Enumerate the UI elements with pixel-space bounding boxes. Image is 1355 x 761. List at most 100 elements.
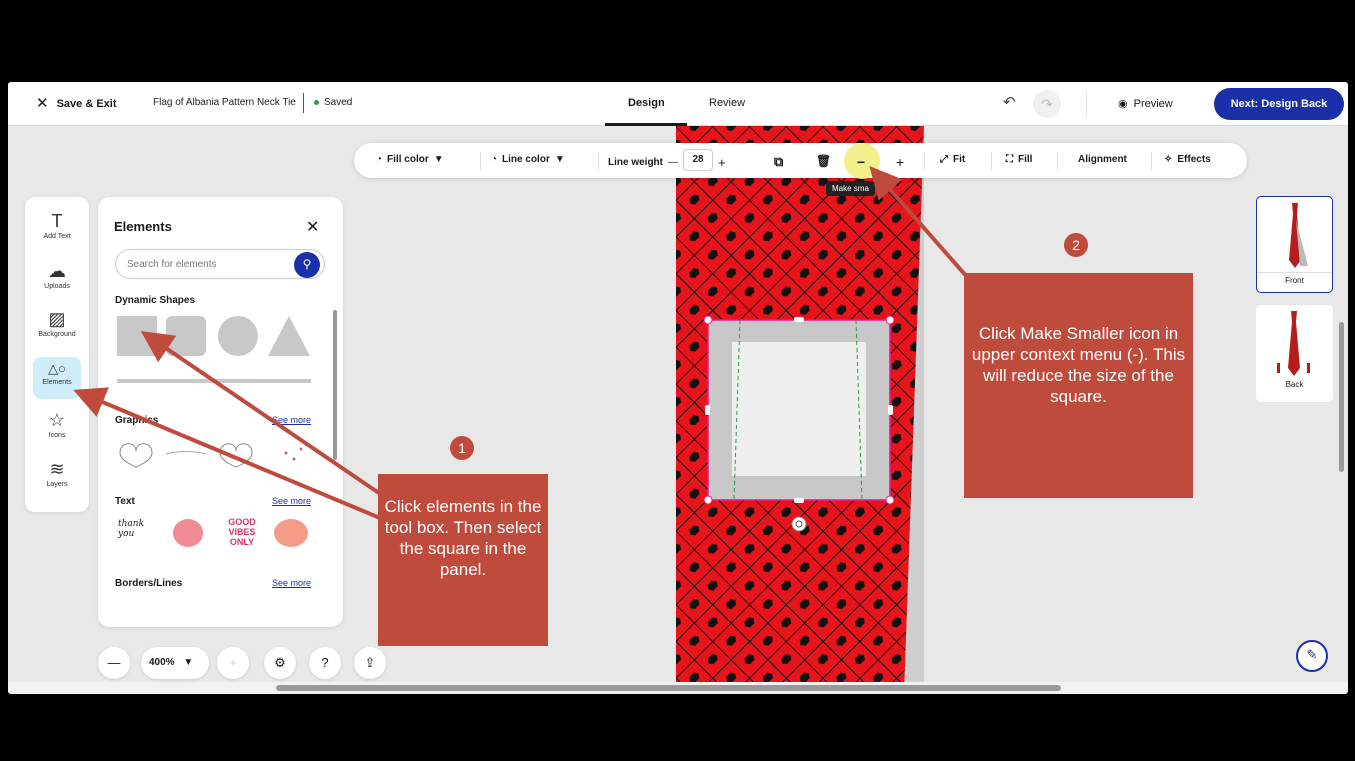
settings-icon[interactable]: ⚙ <box>264 647 296 679</box>
fill-label: Fill <box>1018 154 1033 165</box>
panel-title: Elements <box>114 219 172 234</box>
fill-color-label: Fill color <box>387 154 429 165</box>
horizontal-scrollbar[interactable] <box>276 685 1061 691</box>
step-number-1: 1 <box>450 436 474 460</box>
line-weight-input[interactable]: 28 <box>683 149 713 171</box>
rail-background[interactable]: ▨ Background <box>25 309 89 338</box>
hearts-graphic[interactable] <box>219 443 253 468</box>
undo-icon[interactable]: ↶ <box>1003 93 1016 111</box>
selected-square[interactable] <box>703 315 895 532</box>
zoom-out-button[interactable]: — <box>98 647 130 679</box>
thumbnail-label: Back <box>1285 380 1304 389</box>
redo-icon[interactable]: ↷ <box>1033 90 1061 118</box>
thumbnail-front[interactable]: Front <box>1256 196 1333 293</box>
divider <box>924 152 925 170</box>
divider <box>480 152 481 170</box>
tab-review[interactable]: Review <box>709 97 745 109</box>
rounded-square-shape[interactable] <box>166 316 206 356</box>
save-exit-button[interactable]: ✕ Save & Exit <box>36 96 117 111</box>
make-smaller-icon[interactable]: − <box>857 154 865 170</box>
rail-uploads[interactable]: ☁ Uploads <box>25 261 89 290</box>
section-graphics: Graphics <box>115 415 159 426</box>
section-dynamic-shapes: Dynamic Shapes <box>115 295 196 306</box>
caret-down-icon: ▼ <box>183 657 194 668</box>
rail-label: Background <box>38 331 76 338</box>
thumbnail-back[interactable]: Back <box>1256 305 1333 402</box>
fit-button[interactable]: ⤢ Fit <box>940 154 965 165</box>
divider <box>1086 92 1087 116</box>
see-more-text[interactable]: See more <box>272 496 311 506</box>
share-icon[interactable]: ⇪ <box>354 647 386 679</box>
line-color-label: Line color <box>502 154 550 165</box>
graphics-list <box>119 443 303 468</box>
save-status-label: Saved <box>324 97 353 108</box>
minus-icon[interactable]: — <box>668 157 678 168</box>
active-tab-indicator <box>605 123 687 126</box>
see-more-graphics[interactable]: See more <box>272 415 311 425</box>
caret-down-icon: ▼ <box>433 154 444 165</box>
rail-add-text[interactable]: T Add Text <box>25 211 89 240</box>
vertical-scrollbar[interactable] <box>1339 322 1344 472</box>
search-icon[interactable]: ⚲ <box>294 252 320 278</box>
duplicate-icon[interactable]: ⧉ <box>774 154 783 170</box>
document-title[interactable]: Flag of Albania Pattern Neck Tie <box>153 97 296 108</box>
thumbnail-label: Front <box>1257 272 1332 285</box>
fill-frame-icon: ⛶ <box>1006 154 1013 165</box>
rail-label: Elements <box>42 379 72 386</box>
fill-button[interactable]: ⛶ Fill <box>1006 154 1032 165</box>
divider <box>991 152 992 170</box>
preview-button[interactable]: ◉ Preview <box>1118 97 1173 111</box>
chat-assistant-icon[interactable]: ✎ <box>1296 640 1328 672</box>
sticker-good-vibes[interactable]: GOOD VIBES ONLY <box>222 517 262 547</box>
rail-label: Layers <box>46 481 68 488</box>
expand-icon: ⤢ <box>940 154 948 165</box>
close-icon: ✕ <box>36 95 49 112</box>
rail-icons[interactable]: ☆ Icons <box>25 410 89 439</box>
divider <box>598 152 599 170</box>
next-design-back-button[interactable]: Next: Design Back <box>1214 88 1344 120</box>
context-toolbar: ◔ Fill color ▼ ◔ Line color ▼ Line weigh… <box>354 143 1247 179</box>
alignment-button[interactable]: Alignment <box>1078 154 1127 165</box>
make-larger-icon[interactable]: + <box>896 154 904 170</box>
line-color-button[interactable]: ◔ Line color ▼ <box>491 154 565 165</box>
circle-shape[interactable] <box>218 316 258 356</box>
rail-layers[interactable]: ≋ Layers <box>25 459 89 488</box>
layers-icon: ≋ <box>49 459 65 479</box>
panel-scrollbar[interactable] <box>333 310 337 460</box>
rail-elements[interactable]: △○ Elements <box>33 357 81 399</box>
eye-icon: ◉ <box>1118 98 1128 110</box>
design-canvas[interactable] <box>676 126 924 694</box>
trash-icon[interactable]: 🗑 <box>816 154 831 168</box>
upload-icon: ☁ <box>48 261 66 281</box>
tie-front-icon <box>1288 203 1308 268</box>
effects-button[interactable]: ✧ Effects <box>1164 154 1211 165</box>
rail-label: Icons <box>48 432 66 439</box>
step-number-2: 2 <box>1064 233 1088 257</box>
close-icon[interactable]: ✕ <box>306 217 319 237</box>
heart-sticker[interactable] <box>274 519 308 547</box>
tab-design[interactable]: Design <box>628 97 665 109</box>
plus-icon[interactable]: + <box>718 155 726 170</box>
palette-icon: ◔ <box>376 154 383 165</box>
fill-color-button[interactable]: ◔ Fill color ▼ <box>376 154 444 165</box>
zoom-value: 400% <box>149 657 175 668</box>
elements-panel: Elements ✕ Search for elements ⚲ Dynamic… <box>98 197 343 627</box>
square-shape[interactable] <box>117 316 157 356</box>
see-more-borders[interactable]: See more <box>272 578 311 588</box>
shape-list <box>117 316 311 383</box>
hearts-graphic[interactable] <box>119 443 153 468</box>
line-weight-control: Line weight — 28 + <box>608 149 726 171</box>
rotate-handle-icon[interactable] <box>791 516 807 532</box>
script-graphic[interactable] <box>165 451 207 455</box>
triangle-shape[interactable] <box>268 316 310 356</box>
zoom-in-button[interactable]: + <box>217 647 249 679</box>
sticker-thank-you[interactable]: thank you <box>118 519 150 539</box>
line-weight-label: Line weight <box>608 157 663 168</box>
line-shape[interactable] <box>117 379 311 383</box>
sparkle-icon: ✧ <box>1164 154 1173 165</box>
heart-sticker[interactable] <box>173 519 203 547</box>
help-icon[interactable]: ? <box>309 647 341 679</box>
divider <box>1057 152 1058 170</box>
callout-step-1: Click elements in the tool box. Then sel… <box>378 474 548 646</box>
zoom-select[interactable]: 400% ▼ <box>141 647 209 679</box>
